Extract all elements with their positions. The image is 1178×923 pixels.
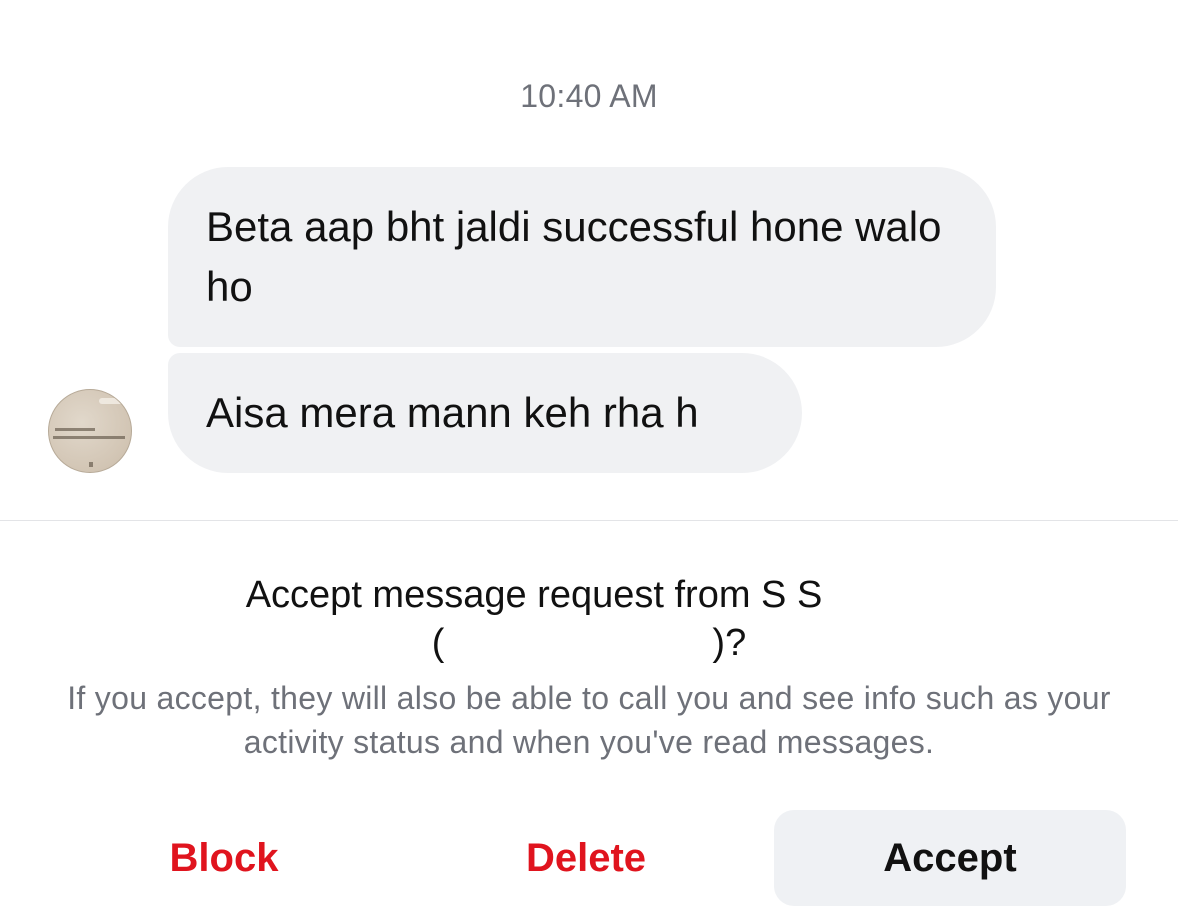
block-button[interactable]: Block (90, 810, 358, 906)
message-request-title: Accept message request from S S ()? (120, 571, 1058, 667)
redacted-username (444, 624, 713, 665)
incoming-message-bubble[interactable]: Beta aap bht jaldi successful hone walo … (168, 167, 996, 347)
message-text: Beta aap bht jaldi successful hone walo … (206, 203, 942, 310)
incoming-message-bubble[interactable]: Aisa mera mann keh rha h (168, 353, 802, 473)
avatar-image-detail (89, 462, 93, 467)
message-request-description: If you accept, they will also be able to… (67, 680, 1111, 760)
request-title-prefix: Accept message request from S S (245, 574, 823, 616)
request-title-end: )? (712, 622, 747, 664)
avatar-image-detail (53, 436, 125, 439)
section-divider (0, 520, 1178, 521)
delete-button[interactable]: Delete (452, 810, 720, 906)
request-title-suffix: ( (431, 622, 445, 664)
message-text: Aisa mera mann keh rha h (206, 389, 699, 436)
sender-avatar[interactable] (48, 389, 132, 473)
message-timestamp: 10:40 AM (520, 78, 658, 114)
redacted-name (822, 576, 933, 617)
accept-button[interactable]: Accept (774, 810, 1126, 906)
avatar-image-detail (55, 428, 95, 431)
avatar-highlight (99, 398, 127, 404)
